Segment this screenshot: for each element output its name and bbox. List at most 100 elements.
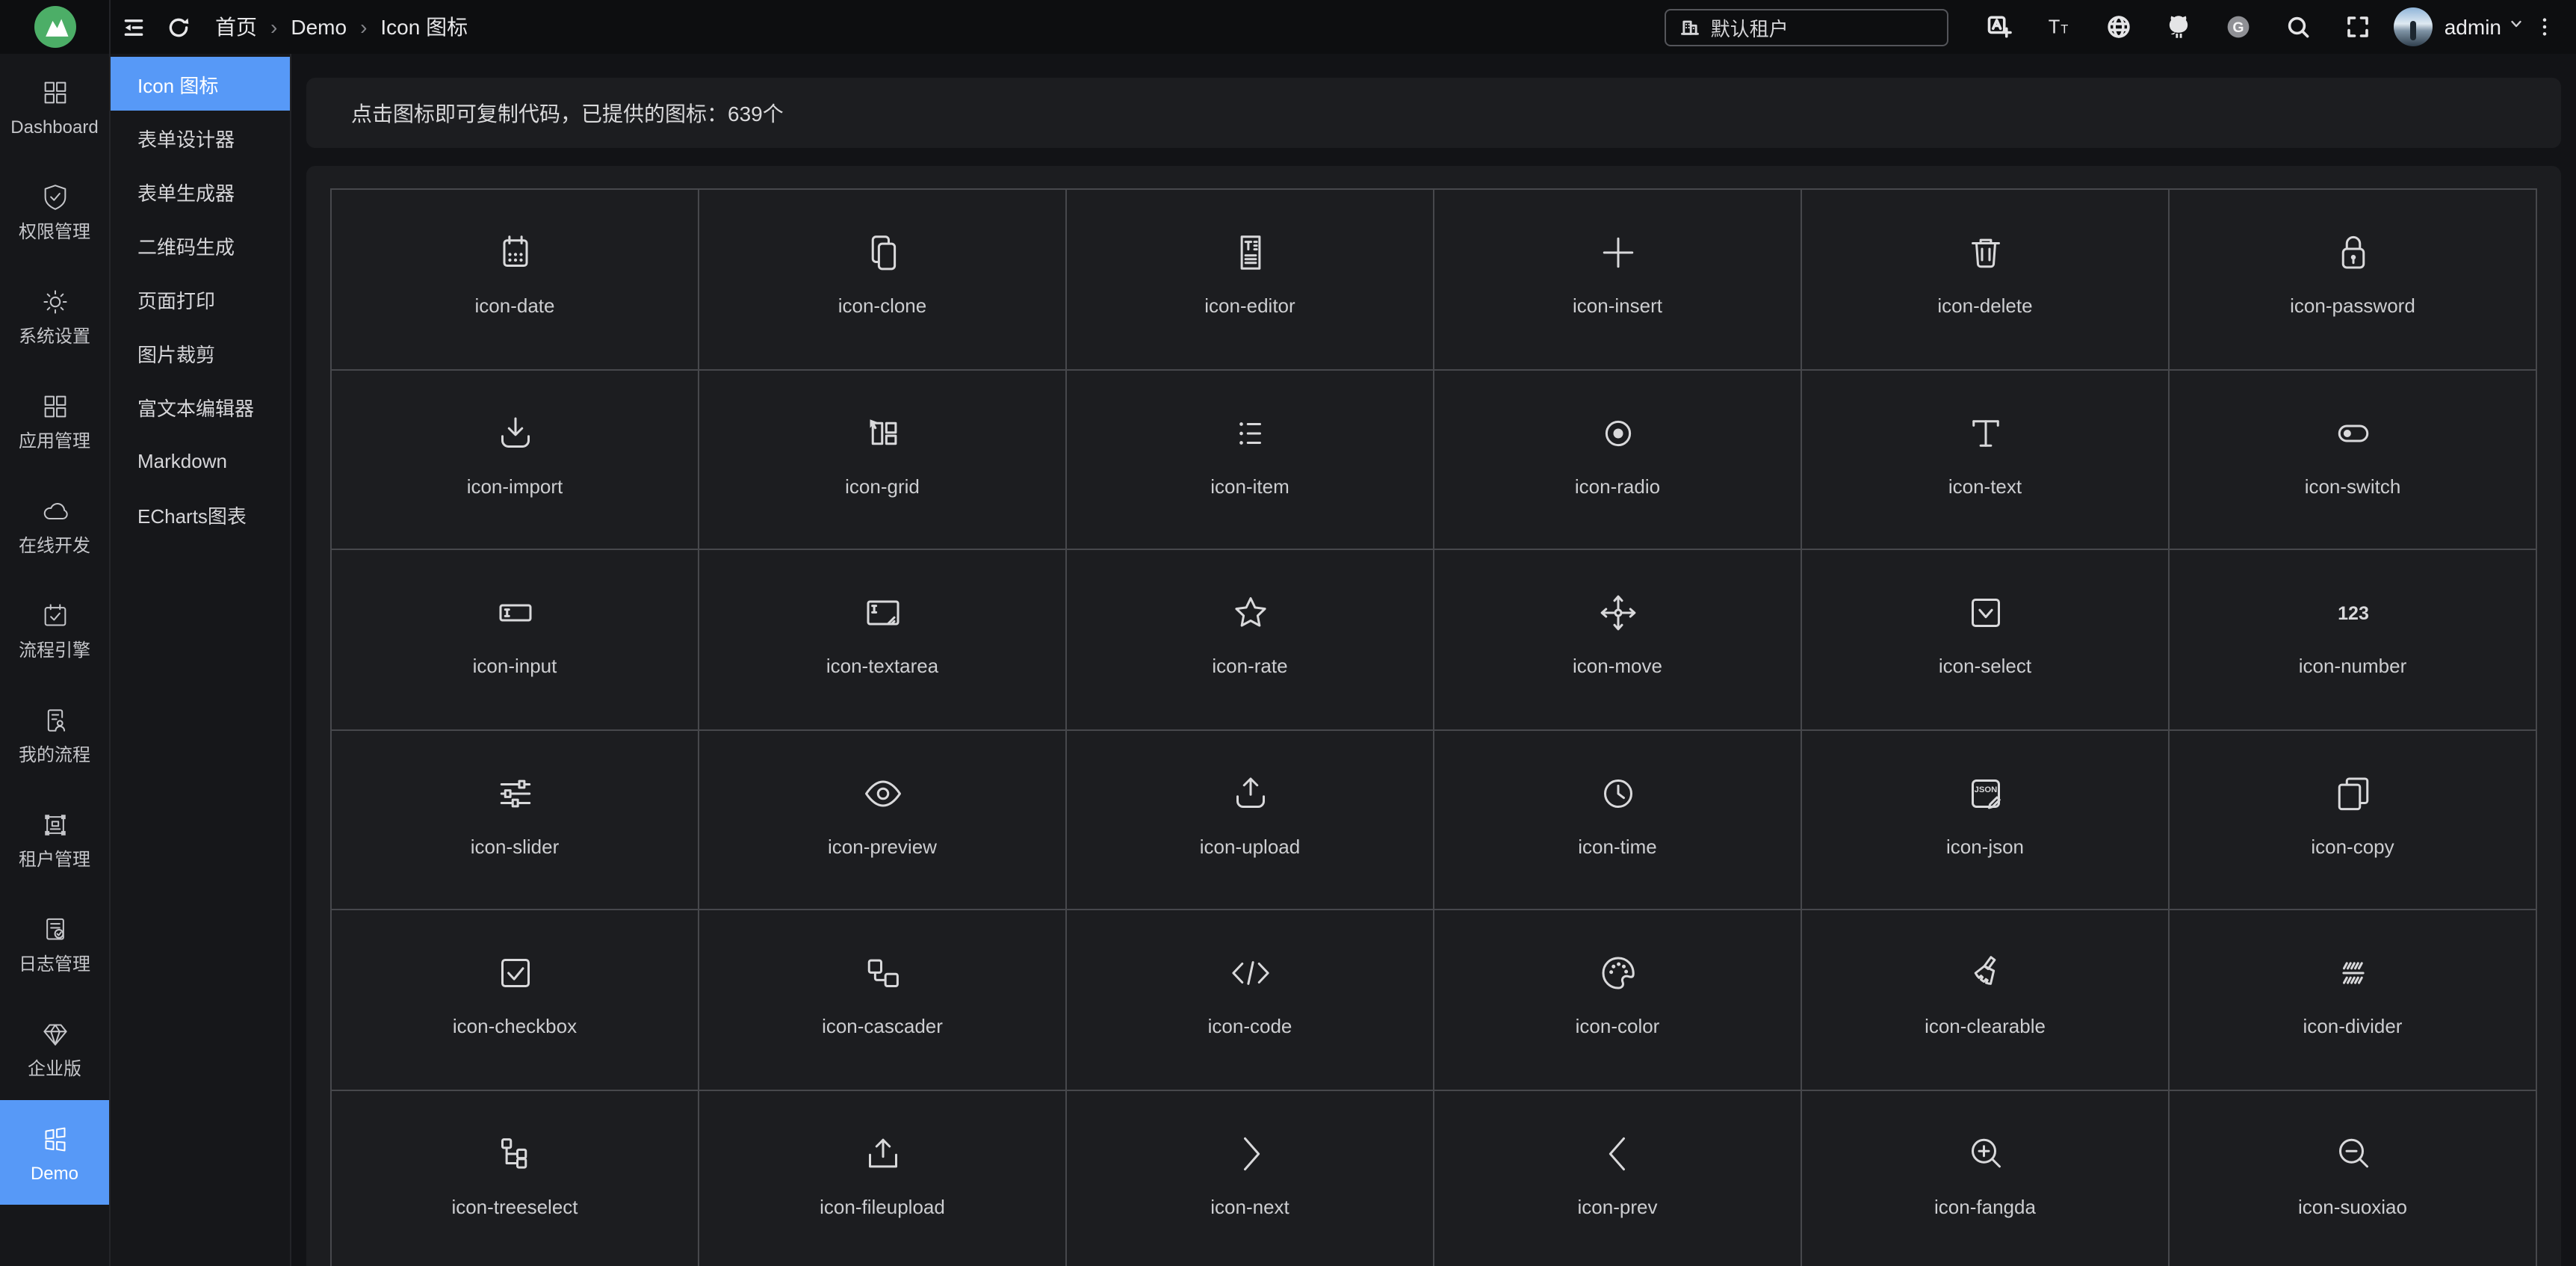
input-icon [492,590,537,635]
sidebar-item-label: 日志管理 [19,954,90,972]
fangda-icon [1963,1131,2007,1176]
icon-label: icon-clearable [1925,1015,2046,1037]
font-size-button[interactable] [2029,0,2089,54]
breadcrumb-item[interactable]: 首页 [215,12,257,42]
sidebar-item-系统设置[interactable]: 系统设置 [0,263,109,368]
secondary-sidebar: Icon 图标表单设计器表单生成器二维码生成页面打印图片裁剪富文本编辑器Mark… [111,54,291,1266]
next-icon [1227,1131,1272,1176]
icon-cell-icon-text[interactable]: icon-text [1802,370,2170,550]
icon-cell-icon-import[interactable]: icon-import [332,370,699,550]
textarea-icon [860,590,905,635]
icon-cell-icon-prev[interactable]: icon-prev [1434,1090,1802,1266]
logo-box [0,0,111,54]
json-icon [1963,771,2007,815]
submenu-item[interactable]: 二维码生成 [111,218,290,272]
sidebar-item-权限管理[interactable]: 权限管理 [0,158,109,263]
icon-cell-icon-move[interactable]: icon-move [1434,550,1802,730]
icon-cell-icon-time[interactable]: icon-time [1434,730,1802,910]
submenu-item[interactable]: Icon 图标 [111,57,290,111]
icon-cell-icon-checkbox[interactable]: icon-checkbox [332,910,699,1090]
icon-cell-icon-rate[interactable]: icon-rate [1067,550,1434,730]
submenu-item[interactable]: Markdown [111,433,290,487]
sidebar-item-企业版[interactable]: 企业版 [0,995,109,1100]
icon-cell-icon-delete[interactable]: icon-delete [1802,190,2170,370]
search-button[interactable] [2268,0,2328,54]
icon-cell-icon-insert[interactable]: icon-insert [1434,190,1802,370]
icon-label: icon-suoxiao [2298,1195,2407,1217]
icon-cell-icon-switch[interactable]: icon-switch [2170,370,2537,550]
user-avatar[interactable] [2394,7,2433,46]
icon-cell-icon-next[interactable]: icon-next [1067,1090,1434,1266]
icon-cell-icon-slider[interactable]: icon-slider [332,730,699,910]
icon-label: icon-text [1948,475,2022,497]
icon-cell-icon-grid[interactable]: icon-grid [699,370,1067,550]
icon-cell-icon-item[interactable]: icon-item [1067,370,1434,550]
sidebar-item-日志管理[interactable]: 日志管理 [0,891,109,995]
submenu-item[interactable]: 图片裁剪 [111,326,290,380]
icon-cell-icon-upload[interactable]: icon-upload [1067,730,1434,910]
fullscreen-button[interactable] [2328,0,2388,54]
icon-cell-icon-json[interactable]: icon-json [1802,730,2170,910]
icon-cell-icon-textarea[interactable]: icon-textarea [699,550,1067,730]
fileupload-icon [860,1131,905,1176]
icon-cell-icon-editor[interactable]: icon-editor [1067,190,1434,370]
breadcrumb-separator: › [270,15,277,39]
icon-cell-icon-divider[interactable]: icon-divider [2170,910,2537,1090]
sidebar-item-label: Dashboard [10,117,98,135]
icon-cell-icon-color[interactable]: icon-color [1434,910,1802,1090]
icon-cell-icon-fileupload[interactable]: icon-fileupload [699,1090,1067,1266]
sidebar-item-租户管理[interactable]: 租户管理 [0,786,109,891]
icon-cell-icon-date[interactable]: icon-date [332,190,699,370]
icon-cell-icon-code[interactable]: icon-code [1067,910,1434,1090]
fullscreen-icon [2344,13,2371,40]
icon-cell-icon-clearable[interactable]: icon-clearable [1802,910,2170,1090]
submenu-item[interactable]: 表单生成器 [111,164,290,218]
submenu-item[interactable]: 表单设计器 [111,111,290,164]
sidebar-item-demo[interactable]: Demo [0,1100,109,1205]
breadcrumb-item[interactable]: Icon 图标 [380,12,468,42]
translate-button[interactable] [1969,0,2029,54]
icon-label: icon-prev [1578,1195,1658,1217]
github-icon [2165,13,2192,40]
icon-cell-icon-fangda[interactable]: icon-fangda [1802,1090,2170,1266]
submenu-item[interactable]: 页面打印 [111,272,290,326]
user-menu-caret[interactable] [2507,13,2525,40]
sidebar-item-在线开发[interactable]: 在线开发 [0,472,109,577]
app-logo[interactable] [34,6,75,48]
icon-cell-icon-select[interactable]: icon-select [1802,550,2170,730]
icon-cell-icon-treeselect[interactable]: icon-treeselect [332,1090,699,1266]
language-button[interactable] [2089,0,2149,54]
icon-label: icon-json [1946,835,2024,857]
icon-label: icon-number [2299,655,2407,677]
tenant-select[interactable]: 默认租户 [1665,8,1948,46]
number-icon [2330,590,2375,635]
icon-label: icon-grid [845,475,920,497]
more-button[interactable] [2525,0,2564,54]
collapse-sidebar-button[interactable] [111,0,155,54]
fold-menu-icon [120,14,146,40]
icon-cell-icon-suoxiao[interactable]: icon-suoxiao [2170,1090,2537,1266]
move-icon [1595,590,1640,635]
sidebar-item-我的流程[interactable]: 我的流程 [0,682,109,786]
submenu-item[interactable]: ECharts图表 [111,487,290,541]
submenu-item[interactable]: 富文本编辑器 [111,380,290,433]
sidebar-item-dashboard[interactable]: Dashboard [0,54,109,158]
icon-cell-icon-copy[interactable]: icon-copy [2170,730,2537,910]
icon-cell-icon-preview[interactable]: icon-preview [699,730,1067,910]
gitee-button[interactable] [2208,0,2268,54]
breadcrumb-item[interactable]: Demo [291,15,347,39]
sidebar-item-流程引擎[interactable]: 流程引擎 [0,577,109,682]
icon-label: icon-next [1210,1195,1289,1217]
sidebar-item-应用管理[interactable]: 应用管理 [0,368,109,472]
tenant-icon [40,809,69,839]
icon-cell-icon-number[interactable]: icon-number [2170,550,2537,730]
icon-cell-icon-input[interactable]: icon-input [332,550,699,730]
icon-label: icon-code [1208,1015,1292,1037]
icon-cell-icon-password[interactable]: icon-password [2170,190,2537,370]
username[interactable]: admin [2445,15,2501,39]
refresh-button[interactable] [155,0,200,54]
icon-cell-icon-cascader[interactable]: icon-cascader [699,910,1067,1090]
icon-cell-icon-radio[interactable]: icon-radio [1434,370,1802,550]
icon-cell-icon-clone[interactable]: icon-clone [699,190,1067,370]
github-button[interactable] [2149,0,2208,54]
